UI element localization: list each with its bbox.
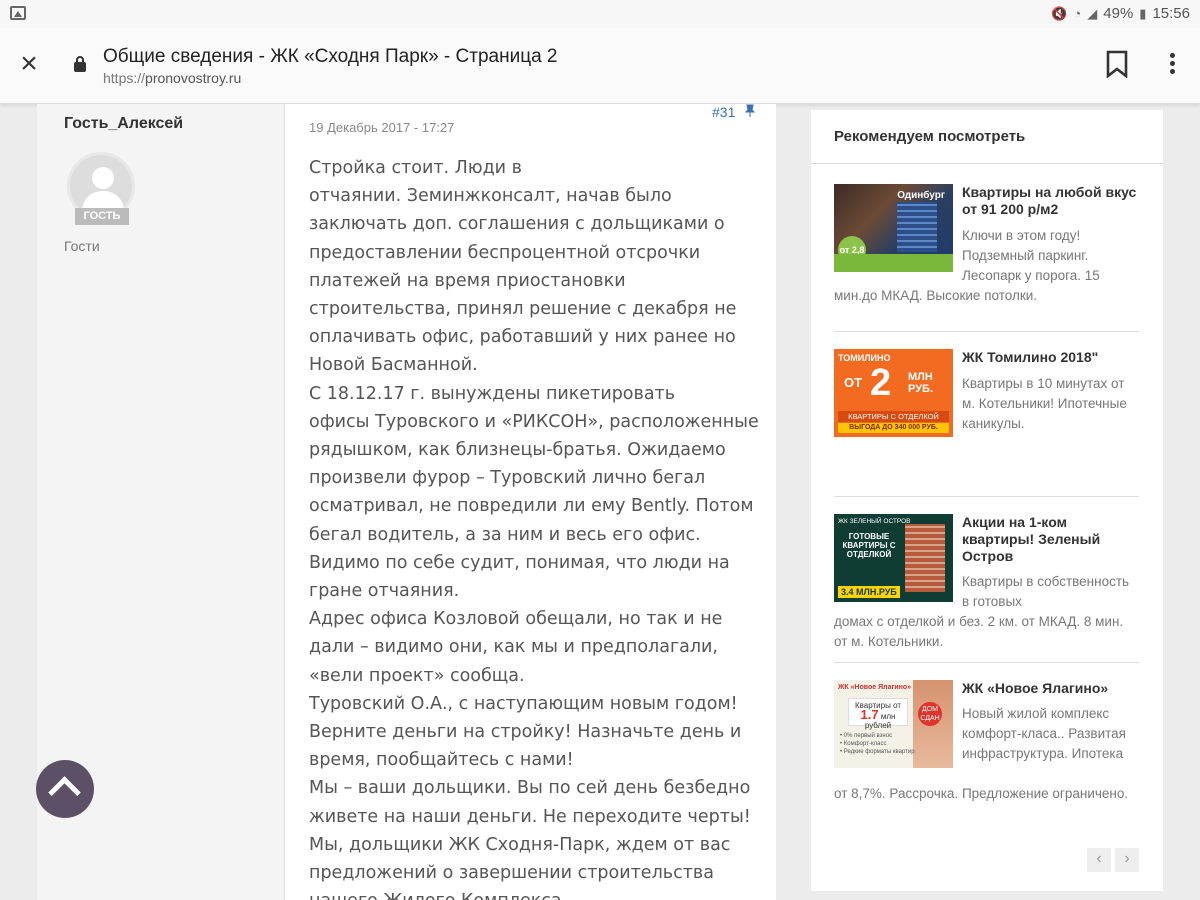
thumb-price-box: Квартиры от 1.7 млн рублей	[848, 698, 908, 730]
carousel-nav: ‹ ›	[1087, 848, 1139, 872]
prev-arrow-button[interactable]: ‹	[1087, 848, 1111, 872]
image-icon	[10, 6, 26, 20]
thumb-headline: ГОТОВЫЕ КВАРТИРЫ С ОТДЕЛКОЙ	[842, 532, 896, 559]
recommendation-title[interactable]: Акции на 1-ком квартиры! Зеленый Остров	[962, 514, 1137, 565]
post-paragraph: Мы – ваши дольщики. Вы по сей день безбе…	[309, 778, 751, 827]
divider	[811, 163, 1163, 164]
bookmark-icon[interactable]	[1106, 50, 1128, 79]
recommendation-desc-cont: от 8,7%. Рассрочка. Предложение ограниче…	[834, 786, 1129, 801]
recommendation-desc: Квартиры в собственность в готовых	[962, 574, 1130, 609]
thumb-bullets: • 0% первый взнос • Комфорт-класс • Редк…	[840, 733, 915, 755]
post-paragraph: Туровский О.А., с наступающим новым годо…	[309, 693, 742, 771]
status-right: 🔇 ◔ ◢ 49% ▮ 15:56	[1051, 5, 1190, 22]
thumb-brand: Одинбург	[897, 190, 945, 201]
page-url[interactable]: https://pronovostroy.ru	[103, 70, 241, 86]
post-paragraph: офисы Туровского и «РИКСОН», расположенн…	[309, 411, 759, 602]
user-group: Гости	[64, 238, 100, 254]
scroll-to-top-button[interactable]	[36, 760, 94, 818]
recommendation-desc-cont: мин.до МКАД. Высокие потолки.	[834, 288, 1038, 303]
post-paragraph: Адрес офиса Козловой обещали, но так и н…	[309, 609, 723, 686]
more-vert-icon[interactable]	[1160, 50, 1184, 80]
pin-icon	[744, 104, 756, 118]
thumb-band: КВАРТИРЫ С ОТДЕЛКОЙ	[838, 411, 949, 422]
browser-toolbar: × Общие сведения - ЖК «Сходня Парк» - Ст…	[0, 28, 1200, 104]
guest-badge: ГОСТЬ	[75, 208, 129, 225]
author-name[interactable]: Гость_Алексей	[64, 115, 183, 133]
divider	[834, 331, 1139, 332]
post-date: 19 Декабрь 2017 - 17:27	[309, 120, 455, 135]
recommendation-title[interactable]: ЖК Томилино 2018"	[962, 349, 1137, 366]
recommendation-desc: Квартиры в 10 минутах от м. Котельники! …	[962, 376, 1127, 431]
url-host: pronovostroy.ru	[145, 70, 242, 86]
lock-icon	[74, 56, 86, 72]
recommendation-desc: Ключи в этом году! Подземный паркинг. Ле…	[962, 228, 1100, 283]
recommendation-title[interactable]: ЖК «Новое Ялагино»	[962, 680, 1137, 697]
thumb-badge: ДОМ СДАН	[918, 702, 942, 726]
next-arrow-button[interactable]: ›	[1115, 848, 1139, 872]
post-number-link[interactable]: #31	[712, 104, 735, 120]
recommendation-item[interactable]: Одинбург от 2,8 Квартиры на любой вкус о…	[834, 184, 1139, 314]
thumb-unit: МЛН РУБ.	[908, 371, 933, 395]
recommendations-sidebar: Рекомендуем посмотреть Одинбург от 2,8 К…	[811, 110, 1163, 891]
clock: 15:56	[1152, 5, 1190, 22]
recommendation-item[interactable]: ЖК ЗЕЛЕНЫЙ ОСТРОВ ГОТОВЫЕ КВАРТИРЫ С ОТД…	[834, 514, 1139, 654]
page-title: Общие сведения - ЖК «Сходня Парк» - Стра…	[103, 46, 558, 67]
thumb-big: 2	[870, 362, 892, 404]
thumb-label: ЖК «Новое Ялагино»	[838, 684, 912, 691]
signal-icon: ◢	[1087, 5, 1098, 21]
divider	[834, 662, 1139, 663]
recommendation-desc-cont: домах с отделкой и без. 2 км. от МКАД. 8…	[834, 614, 1124, 649]
ad-thumbnail[interactable]: ЖК «Новое Ялагино» Квартиры от 1.7 млн р…	[834, 680, 953, 768]
wifi-icon: ◔	[1073, 6, 1082, 21]
battery-icon: ▮	[1139, 5, 1147, 21]
post-paragraph: Мы, дольщики ЖК Сходня-Парк, ждем от вас…	[309, 834, 731, 900]
recommendation-title[interactable]: Квартиры на любой вкус от 91 200 р/м2	[962, 184, 1137, 218]
thumb-band2: ВЫГОДА ДО 340 000 РУБ.	[838, 423, 949, 433]
forum-post: Гость_Алексей ГОСТЬ Гости 19 Декабрь 201…	[37, 104, 776, 900]
ad-thumbnail[interactable]: Одинбург от 2,8	[834, 184, 953, 272]
recommendation-item[interactable]: ЖК «Новое Ялагино» Квартиры от 1.7 млн р…	[834, 680, 1139, 830]
thumb-price: 3.4 МЛН.РУБ	[838, 586, 900, 598]
mute-icon: 🔇	[1051, 5, 1068, 21]
sidebar-title: Рекомендуем посмотреть	[834, 128, 1026, 145]
url-protocol: https://	[103, 70, 146, 86]
thumb-label: ЖК ЗЕЛЕНЫЙ ОСТРОВ	[838, 518, 911, 525]
post-paragraph: отчаянии. Земинжконсалт, начав было закл…	[309, 186, 737, 376]
post-body: Стройка стоит. Люди в отчаянии. Земинжко…	[309, 154, 759, 900]
ad-thumbnail[interactable]: ЖК ЗЕЛЕНЫЙ ОСТРОВ ГОТОВЫЕ КВАРТИРЫ С ОТД…	[834, 514, 953, 602]
thumb-price: 1.7	[860, 707, 879, 722]
post-paragraph: С 18.12.17 г. вынуждены пикетировать	[309, 383, 676, 404]
recommendation-item[interactable]: ТОМИЛИНО ОТ 2 МЛН РУБ. КВАРТИРЫ С ОТДЕЛК…	[834, 349, 1139, 479]
post-paragraph: Стройка стоит. Люди в	[309, 158, 522, 178]
battery-percent: 49%	[1103, 5, 1134, 22]
recommendation-desc: Новый жилой комплекс комфорт-класа.. Раз…	[962, 706, 1126, 761]
status-bar: 🔇 ◔ ◢ 49% ▮ 15:56	[0, 0, 1200, 28]
thumb-pre: ОТ	[844, 375, 863, 390]
divider	[834, 496, 1139, 497]
close-icon[interactable]: ×	[14, 49, 44, 80]
ad-thumbnail[interactable]: ТОМИЛИНО ОТ 2 МЛН РУБ. КВАРТИРЫ С ОТДЕЛК…	[834, 349, 953, 437]
